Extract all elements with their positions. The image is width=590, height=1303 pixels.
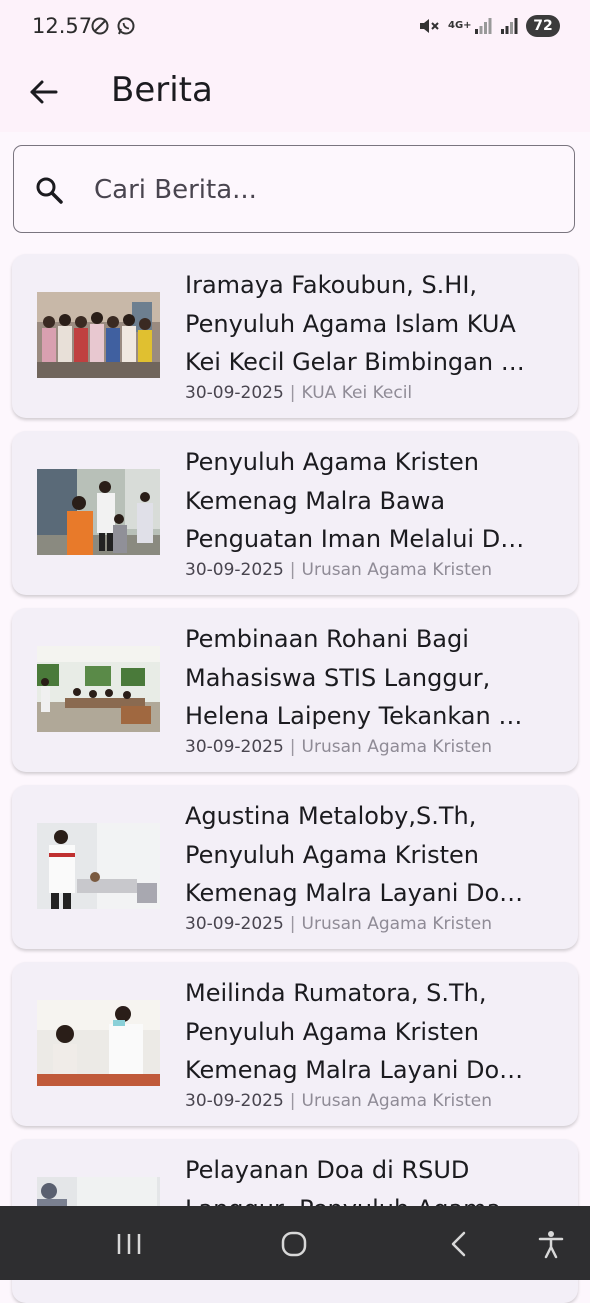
arrow-left-icon[interactable] <box>26 74 62 110</box>
news-meta: 30-09-2025 | Urusan Agama Kristen <box>185 737 492 757</box>
recent-apps-icon[interactable] <box>113 1228 145 1260</box>
battery-indicator: 72 <box>526 15 560 37</box>
news-meta: 30-09-2025 | Urusan Agama Kristen <box>185 1091 492 1111</box>
news-thumbnail <box>37 469 160 555</box>
news-category: Urusan Agama Kristen <box>301 914 493 934</box>
home-icon[interactable] <box>278 1228 310 1260</box>
news-thumbnail <box>37 292 160 378</box>
news-title: Pembinaan Rohani Bagi Mahasiswa STIS Lan… <box>185 625 523 730</box>
status-system-icons: 4G+ 72 <box>418 15 560 37</box>
news-card[interactable]: Pembinaan Rohani Bagi Mahasiswa STIS Lan… <box>12 608 578 772</box>
news-title: Agustina Metaloby,S.Th, Penyuluh Agama K… <box>185 802 524 907</box>
news-card[interactable]: Meilinda Rumatora, S.Th, Penyuluh Agama … <box>12 962 578 1126</box>
news-date: 30-09-2025 <box>185 383 284 403</box>
news-category: Urusan Agama Kristen <box>301 560 493 580</box>
news-date: 30-09-2025 <box>185 1091 284 1111</box>
search-field[interactable] <box>13 145 575 233</box>
news-title: Penyuluh Agama Kristen Kemenag Malra Baw… <box>185 448 525 553</box>
do-not-disturb-icon <box>91 17 109 35</box>
meta-separator: | <box>289 737 296 757</box>
app-bar: Berita <box>0 56 590 132</box>
meta-separator: | <box>289 914 296 934</box>
status-time: 12.57 <box>32 14 93 38</box>
signal-strength-icon-2 <box>501 18 518 34</box>
status-bar: 12.57 4G+ 72 <box>0 0 590 56</box>
mute-icon <box>420 19 439 33</box>
news-date: 30-09-2025 <box>185 914 284 934</box>
news-category: KUA Kei Kecil <box>301 383 413 403</box>
news-meta: 30-09-2025 | Urusan Agama Kristen <box>185 560 492 580</box>
news-meta: 30-09-2025 | KUA Kei Kecil <box>185 383 412 403</box>
whatsapp-icon <box>117 17 135 35</box>
news-card[interactable]: Penyuluh Agama Kristen Kemenag Malra Baw… <box>12 431 578 595</box>
search-input[interactable] <box>92 166 536 214</box>
meta-separator: | <box>289 560 296 580</box>
news-date: 30-09-2025 <box>185 737 284 757</box>
news-category: Urusan Agama Kristen <box>301 737 493 757</box>
meta-separator: | <box>289 383 296 403</box>
news-card[interactable]: Agustina Metaloby,S.Th, Penyuluh Agama K… <box>12 785 578 949</box>
status-notification-icons <box>90 16 136 36</box>
news-meta: 30-09-2025 | Urusan Agama Kristen <box>185 914 492 934</box>
news-category: Urusan Agama Kristen <box>301 1091 493 1111</box>
news-title: Iramaya Fakoubun, S.HI, Penyuluh Agama I… <box>185 271 525 376</box>
search-icon <box>36 177 63 204</box>
back-icon[interactable] <box>443 1228 475 1260</box>
accessibility-icon[interactable] <box>535 1228 567 1260</box>
news-thumbnail <box>37 823 160 909</box>
news-thumbnail <box>37 1000 160 1086</box>
signal-strength-icon <box>475 18 492 34</box>
news-title: Meilinda Rumatora, S.Th, Penyuluh Agama … <box>185 979 524 1084</box>
system-navigation-bar <box>0 1206 590 1280</box>
page-title: Berita <box>111 70 213 110</box>
news-date: 30-09-2025 <box>185 560 284 580</box>
network-type-label: 4G+ <box>448 20 472 31</box>
news-card[interactable]: Iramaya Fakoubun, S.HI, Penyuluh Agama I… <box>12 254 578 418</box>
news-thumbnail <box>37 646 160 732</box>
meta-separator: | <box>289 1091 296 1111</box>
